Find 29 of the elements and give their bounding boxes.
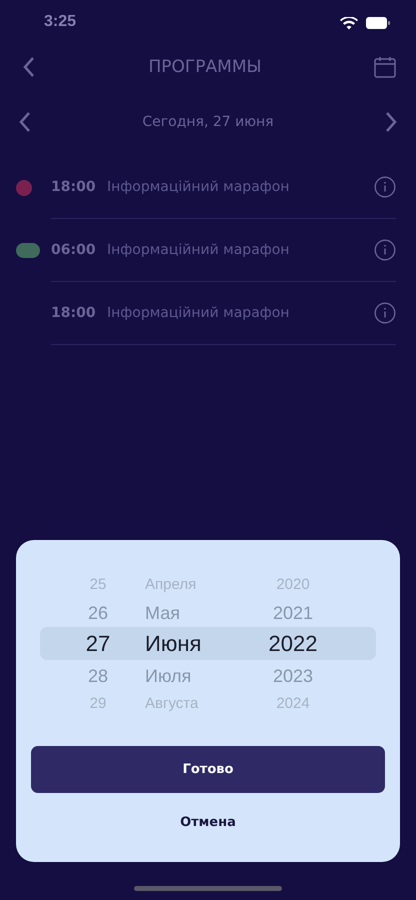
back-button[interactable] xyxy=(22,56,36,78)
cancel-button[interactable]: Отмена xyxy=(160,807,256,838)
status-time: 3:25 xyxy=(44,13,76,31)
battery-icon xyxy=(366,17,390,29)
current-date: Сегодня, 27 июня xyxy=(142,114,274,130)
program-time: 06:00 xyxy=(51,242,97,258)
info-button[interactable] xyxy=(374,176,396,198)
picker-item[interactable]: Июня xyxy=(133,628,202,660)
picker-item[interactable]: 28 xyxy=(88,660,108,691)
picker-item[interactable]: Мая xyxy=(133,597,180,628)
screen-title: ПРОГРАММЫ xyxy=(148,57,262,77)
program-title: Інформаційний марафон xyxy=(107,305,290,321)
wifi-icon xyxy=(340,16,358,30)
picker-item[interactable]: 2023 xyxy=(272,660,314,691)
picker-item[interactable]: Июля xyxy=(133,660,192,691)
picker-item[interactable]: 2022 xyxy=(268,628,318,660)
program-title: Інформаційний марафон xyxy=(107,242,290,258)
picker-item[interactable]: 2021 xyxy=(272,597,314,628)
picker-item[interactable]: 27 xyxy=(86,628,110,660)
calendar-button[interactable] xyxy=(374,56,396,78)
info-button[interactable] xyxy=(374,302,396,324)
program-time: 18:00 xyxy=(51,179,97,195)
picker-item[interactable]: 26 xyxy=(88,597,108,628)
next-day-button[interactable] xyxy=(384,111,398,133)
done-button[interactable]: Готово xyxy=(31,746,385,793)
info-button[interactable] xyxy=(374,239,396,261)
program-time: 18:00 xyxy=(51,305,97,321)
previous-day-button[interactable] xyxy=(18,111,32,133)
program-title: Інформаційний марафон xyxy=(107,179,290,195)
